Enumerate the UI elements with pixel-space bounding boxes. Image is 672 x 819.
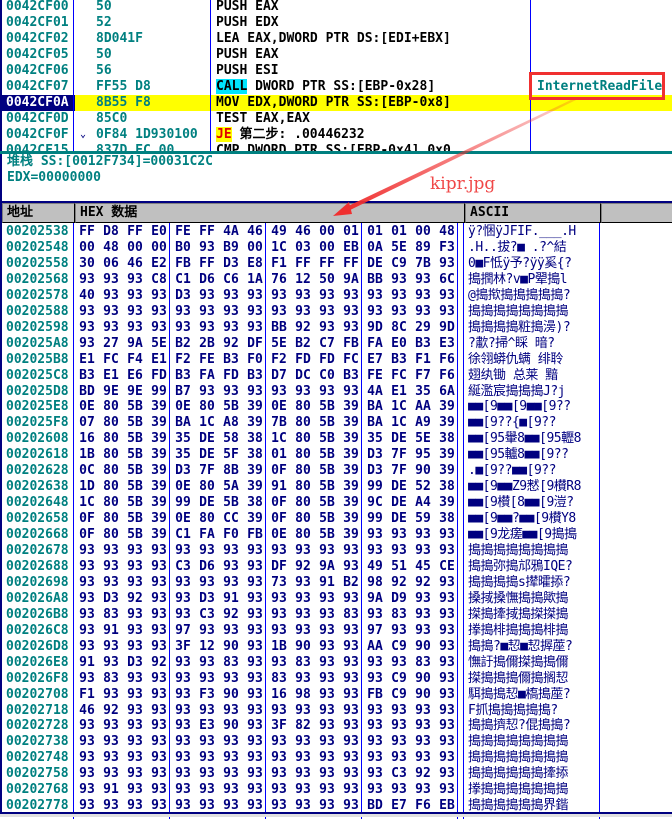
annotation-arrow — [333, 98, 576, 216]
arrow-head — [333, 202, 352, 216]
arrow-shaft — [344, 98, 576, 212]
annotation-label: kipr.jpg — [430, 174, 496, 194]
